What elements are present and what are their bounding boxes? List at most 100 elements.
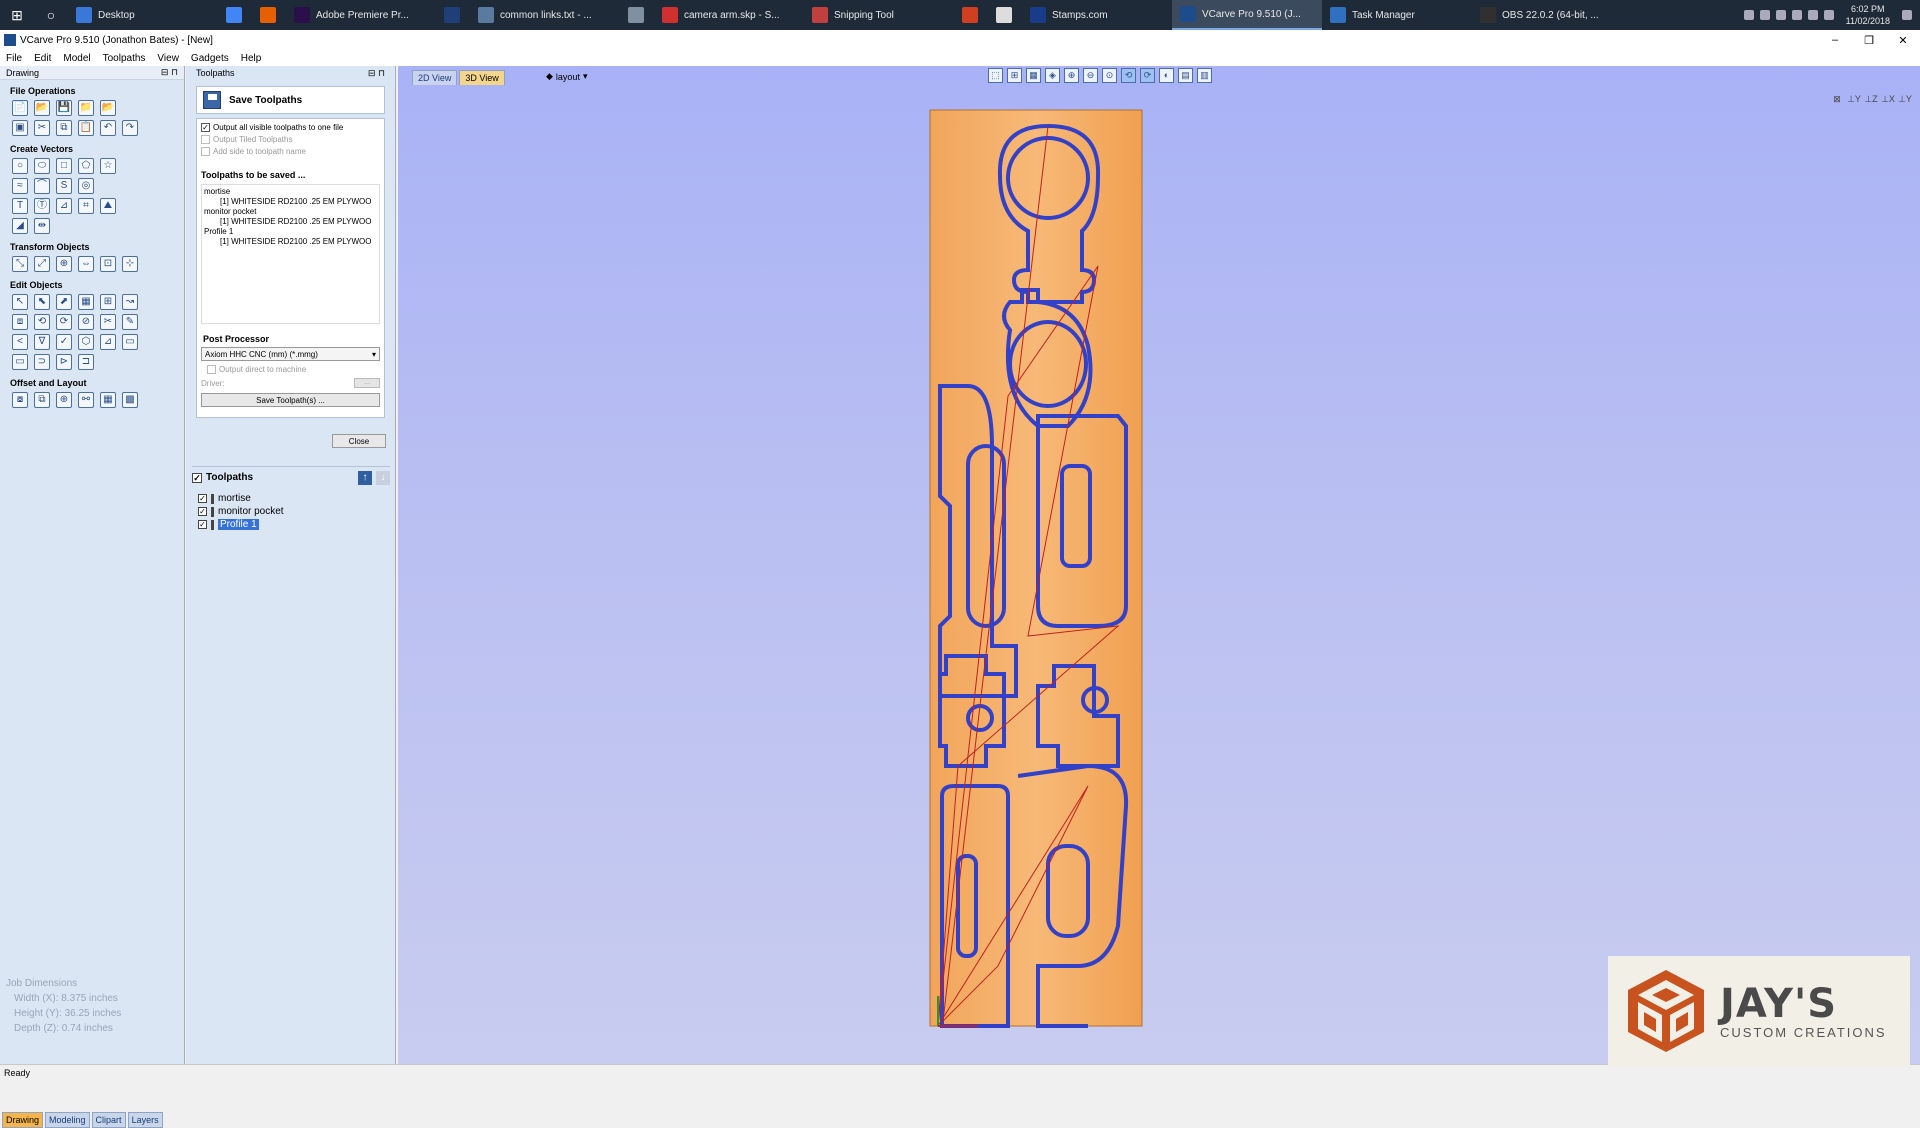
post-processor-select[interactable]: Axiom HHC CNC (mm) (*.mmg) [201,347,380,361]
tab-drawing[interactable]: Drawing [2,1112,44,1128]
tool-icon[interactable]: ◢ [12,218,28,234]
tool-icon[interactable]: ⚯ [78,392,94,408]
move-down-icon[interactable]: ↓ [376,470,390,485]
save-toolpaths-button[interactable]: Save Toolpath(s) ... [201,393,380,407]
tool-icon[interactable]: ⊐ [78,354,94,370]
close-button[interactable]: Close [332,434,386,448]
menu-toolpaths[interactable]: Toolpaths [103,53,146,64]
windows-start-icon[interactable]: ⊞ [0,0,34,30]
tool-icon[interactable]: ⬈ [56,294,72,310]
tool-icon[interactable]: ⊳ [56,354,72,370]
toolpath-checkbox[interactable]: ✓ [198,507,207,516]
taskbar-item[interactable]: OBS 22.0.2 (64-bit, ... [1472,0,1622,30]
tool-icon[interactable]: S [56,178,72,194]
menu-view[interactable]: View [157,53,179,64]
tool-icon[interactable]: Ⓣ [34,198,50,214]
taskbar-item[interactable]: Desktop [68,0,218,30]
tool-icon[interactable]: ⇹ [34,218,50,234]
taskbar-item[interactable] [988,0,1022,30]
menu-model[interactable]: Model [63,53,90,64]
taskbar-item[interactable]: Snipping Tool [804,0,954,30]
taskbar-item[interactable] [218,0,252,30]
toolpath-checkbox[interactable]: ✓ [198,520,207,529]
tool-icon[interactable]: ⧈ [12,314,28,330]
tool-icon[interactable]: 📄 [12,100,28,116]
tool-icon[interactable]: ⧉ [34,392,50,408]
taskbar-item[interactable] [436,0,470,30]
tool-icon[interactable]: ⬉ [34,294,50,310]
tool-icon[interactable]: □ [56,158,72,174]
3d-viewport[interactable]: 2D View 3D View ◆ layout ▾ ⬚ ⊞ ▦ ◈ ⊕ ⊖ ⊙ ⟲ ⟳ ◐ ▤ ▥ … [398,66,1920,1064]
tool-icon[interactable]: ✎ [122,314,138,330]
tool-icon[interactable]: ↖ [12,294,28,310]
toolpath-checkbox[interactable]: ✓ [198,494,207,503]
tool-icon[interactable]: ⧇ [12,392,28,408]
minimize-button[interactable]: – [1818,34,1852,47]
toolpaths-visible-checkbox[interactable]: ✓ [192,472,202,483]
network-icon[interactable] [1759,10,1770,20]
clock[interactable]: 6:02 PM 11/02/2018 [1840,3,1896,27]
taskbar-item[interactable]: Adobe Premiere Pr... [286,0,436,30]
battery-icon[interactable] [1823,10,1834,20]
tool-icon[interactable]: ☆ [100,158,116,174]
volume-icon[interactable] [1807,10,1818,20]
tool-icon[interactable]: ✂ [34,120,50,136]
tool-icon[interactable]: ▦ [78,294,94,310]
notification-icon[interactable] [1902,10,1912,20]
tool-icon[interactable]: ⊞ [100,294,116,310]
printer-icon[interactable] [1743,10,1754,20]
tool-icon[interactable]: ✂ [100,314,116,330]
tool-icon[interactable]: ▭ [12,354,28,370]
cloud-icon[interactable] [1791,10,1802,20]
tool-icon[interactable]: 📋 [78,120,94,136]
taskbar-item[interactable]: camera arm.skp - S... [654,0,804,30]
pin-icon[interactable]: ⊟ ⊓ [161,67,178,78]
tool-icon[interactable]: 💾 [56,100,72,116]
tool-icon[interactable]: T [12,198,28,214]
to-be-saved-list[interactable]: mortise [1] WHITESIDE RD2100 .25 EM PLYWO… [201,184,380,324]
tab-clipart[interactable]: Clipart [91,1112,126,1128]
tool-icon[interactable]: 📁 [78,100,94,116]
toolpath-row[interactable]: ✓ monitor pocket [198,505,284,518]
tool-icon[interactable]: ▦ [100,392,116,408]
tool-icon[interactable]: ⊕ [56,392,72,408]
tool-icon[interactable]: ✓ [56,334,72,350]
search-icon[interactable]: ○ [34,0,68,30]
tool-icon[interactable]: 📂 [100,100,116,116]
menu-gadgets[interactable]: Gadgets [191,53,229,64]
tool-icon[interactable]: ⤢ [34,256,50,272]
pin-icon[interactable]: ⊟ ⊓ [368,68,385,79]
tool-icon[interactable]: ↷ [122,120,138,136]
taskbar-item[interactable]: Task Manager [1322,0,1472,30]
shield-icon[interactable] [1775,10,1786,20]
tool-icon[interactable]: ↝ [122,294,138,310]
tool-icon[interactable]: ⊡ [100,256,116,272]
menu-edit[interactable]: Edit [34,53,51,64]
taskbar-item[interactable]: Stamps.com [1022,0,1172,30]
tool-icon[interactable]: ⌗ [78,198,94,214]
close-window-button[interactable]: ✕ [1886,34,1920,47]
tool-icon[interactable]: 📂 [34,100,50,116]
tool-icon[interactable]: ▩ [122,392,138,408]
taskbar-item[interactable]: VCarve Pro 9.510 (J... [1172,0,1322,30]
tool-icon[interactable]: ≈ [12,178,28,194]
move-up-icon[interactable]: ↑ [358,470,372,485]
tool-icon[interactable]: ⟲ [34,314,50,330]
menu-help[interactable]: Help [241,53,262,64]
taskbar-item[interactable] [620,0,654,30]
taskbar-item[interactable] [954,0,988,30]
tool-icon[interactable]: ⌒ [34,178,50,194]
tool-icon[interactable]: ⊹ [122,256,138,272]
taskbar-item[interactable] [252,0,286,30]
taskbar-item[interactable]: common links.txt - ... [470,0,620,30]
tool-icon[interactable]: ⬭ [34,158,50,174]
maximize-button[interactable]: ❐ [1852,34,1886,47]
tab-layers[interactable]: Layers [127,1112,163,1128]
tool-icon[interactable]: ↶ [100,120,116,136]
tool-icon[interactable]: ⊃ [34,354,50,370]
tool-icon[interactable]: ⊿ [100,334,116,350]
tool-icon[interactable]: ⬡ [78,334,94,350]
output-all-checkbox[interactable]: ✓ Output all visible toolpaths to one fi… [201,123,380,132]
tool-icon[interactable]: ⤡ [12,256,28,272]
tool-icon[interactable]: < [12,334,28,350]
